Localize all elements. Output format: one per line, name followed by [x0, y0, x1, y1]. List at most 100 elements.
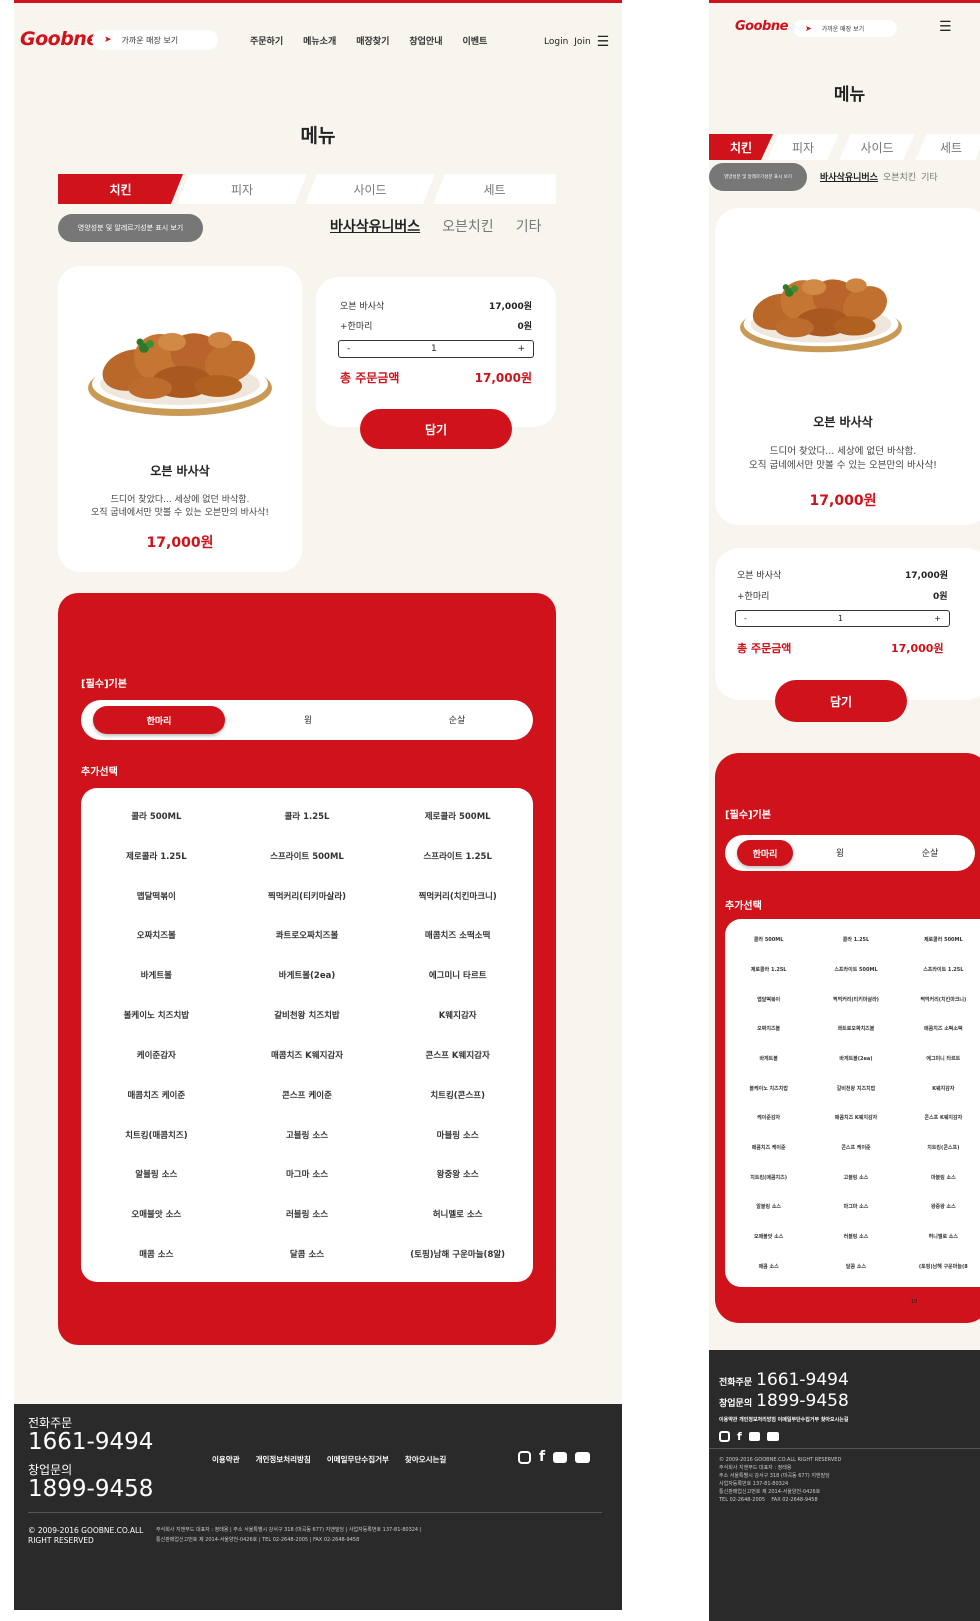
extra-option-item[interactable]: 러블링 소스: [286, 1208, 328, 1220]
m-extra-option-item[interactable]: 매콤치즈 K웨지감자: [835, 1114, 877, 1121]
m-option-wing[interactable]: 윙: [805, 846, 875, 859]
m-extra-option-item[interactable]: 허니멜로 소스: [929, 1233, 958, 1240]
extra-option-item[interactable]: 맵달떡볶이: [137, 890, 176, 902]
m-extra-option-item[interactable]: 찍먹커리(치킨마크니): [920, 996, 966, 1003]
extra-option-item[interactable]: 매콤치즈 소떡소떡: [425, 929, 491, 941]
extra-option-item[interactable]: 달콤 소스: [290, 1248, 324, 1260]
m-extra-option-item[interactable]: K웨지감자: [932, 1085, 954, 1092]
extra-option-item[interactable]: 제로콜라 500ML: [425, 810, 491, 822]
m-extra-option-item[interactable]: 에그미니 타르트: [926, 1055, 960, 1062]
m-store-search-pill[interactable]: ➤ 가까운 매장 보기: [793, 20, 897, 37]
extra-option-item[interactable]: 마블링 소스: [437, 1129, 479, 1141]
nav-order[interactable]: 주문하기: [250, 34, 283, 47]
m-option-whole[interactable]: 한마리: [737, 840, 793, 866]
extra-option-item[interactable]: 제로콜라 1.25L: [126, 850, 187, 862]
m-extra-option-item[interactable]: 오짜치즈볼: [757, 1025, 780, 1032]
tab-chicken[interactable]: 치킨: [58, 174, 183, 204]
tab-side[interactable]: 사이드: [305, 174, 435, 204]
join-link[interactable]: Join: [574, 37, 590, 47]
m-qty-plus-button[interactable]: +: [934, 614, 941, 623]
extra-option-item[interactable]: 찍먹커리(티키마살라): [268, 890, 346, 902]
nav-event[interactable]: 이벤트: [463, 34, 488, 47]
extra-option-item[interactable]: 바게트볼: [141, 969, 172, 981]
qty-plus-button[interactable]: +: [517, 344, 525, 354]
extra-option-item[interactable]: 찍먹커리(치킨마크니): [419, 890, 497, 902]
m-blog-icon[interactable]: [748, 1432, 760, 1441]
extra-option-item[interactable]: 콜라 500ML: [131, 810, 181, 822]
login-link[interactable]: Login: [544, 37, 568, 47]
m-tab-set[interactable]: 세트: [915, 134, 980, 160]
option-boneless[interactable]: 순살: [381, 713, 533, 726]
extra-option-item[interactable]: 오짜치즈볼: [137, 929, 176, 941]
extra-option-item[interactable]: 바게트볼(2ea): [279, 969, 335, 981]
footer-link-terms[interactable]: 이용약관: [212, 1454, 240, 1465]
m-extra-option-item[interactable]: 오매불앗 소스: [754, 1233, 783, 1240]
qty-minus-button[interactable]: -: [347, 344, 350, 354]
option-whole[interactable]: 한마리: [93, 706, 225, 734]
footer-link-directions[interactable]: 찾아오시는길: [405, 1454, 446, 1465]
extra-option-item[interactable]: 치트킹(콘스프): [430, 1089, 485, 1101]
m-footer-links[interactable]: 이용약관 개인정보처리방침 이메일무단수집거부 찾아오시는길: [719, 1416, 848, 1423]
m-extra-option-item[interactable]: 스프라이트 1.25L: [923, 966, 963, 973]
m-extra-option-item[interactable]: 콜라 1.25L: [843, 936, 869, 943]
m-extra-option-item[interactable]: 마블링 소스: [931, 1174, 956, 1181]
m-hamburger-icon[interactable]: ☰: [939, 19, 952, 35]
nav-franchise[interactable]: 창업안내: [409, 34, 442, 47]
m-extra-option-item[interactable]: 바게트볼(2ea): [839, 1055, 872, 1062]
subcat-oven-chicken[interactable]: 오븐치킨: [442, 216, 494, 236]
m-nutrition-info-button[interactable]: 영양성분 및 알레르기성분 표시 보기: [709, 163, 807, 191]
m-extra-option-item[interactable]: 콜라 500ML: [754, 936, 784, 943]
m-youtube-icon[interactable]: [766, 1432, 779, 1441]
subcat-basasak-universe[interactable]: 바사삭유니버스: [330, 216, 420, 236]
store-search-pill[interactable]: ➤ 가까운 매장 보기: [92, 30, 218, 50]
m-facebook-icon[interactable]: f: [737, 1430, 742, 1443]
extra-option-item[interactable]: 갈비천왕 치즈치밥: [274, 1009, 340, 1021]
extra-option-item[interactable]: 매콤치즈 K웨지감자: [271, 1049, 343, 1061]
footer-link-email[interactable]: 이메일무단수집거부: [327, 1454, 389, 1465]
m-extra-option-item[interactable]: (토핑)남해 구운마늘(8: [919, 1263, 968, 1270]
quantity-stepper[interactable]: - 1 +: [338, 340, 534, 358]
extra-option-item[interactable]: 왕중왕 소스: [437, 1168, 479, 1180]
extra-option-item[interactable]: 매콤 소스: [139, 1248, 173, 1260]
m-extra-option-item[interactable]: 매콤치즈 소떡소떡: [924, 1025, 963, 1032]
hamburger-icon[interactable]: ☰: [597, 34, 610, 50]
instagram-icon[interactable]: [518, 1450, 531, 1464]
extra-option-item[interactable]: 케이준감자: [137, 1049, 176, 1061]
m-tab-side[interactable]: 사이드: [839, 134, 915, 160]
extra-option-item[interactable]: 치트킹(매콤치즈): [125, 1129, 188, 1141]
extra-option-item[interactable]: 고블링 소스: [286, 1129, 328, 1141]
m-extra-option-item[interactable]: 치트킹(매콤치즈): [750, 1174, 787, 1181]
option-wing[interactable]: 윙: [233, 713, 383, 726]
extra-option-item[interactable]: K웨지감자: [439, 1009, 477, 1021]
tab-set[interactable]: 세트: [433, 174, 556, 204]
m-extra-option-item[interactable]: 콰트로오짜치즈볼: [838, 1025, 875, 1032]
m-extra-option-item[interactable]: 케이준감자: [757, 1114, 780, 1121]
extra-option-item[interactable]: 알블링 소스: [135, 1168, 177, 1180]
extra-option-item[interactable]: 매콤치즈 케이준: [127, 1089, 185, 1101]
extra-option-item[interactable]: 에그미니 타르트: [429, 969, 487, 981]
m-extra-option-item[interactable]: 치트킹(콘스프): [927, 1144, 959, 1151]
m-extra-option-item[interactable]: 달콤 소스: [846, 1263, 866, 1270]
m-extra-option-item[interactable]: 갈비천왕 치즈치밥: [837, 1085, 876, 1092]
extra-option-item[interactable]: 허니멜로 소스: [433, 1208, 483, 1220]
m-subcat-etc[interactable]: 기타: [921, 170, 938, 183]
m-tab-chicken[interactable]: 치킨: [709, 134, 773, 160]
extra-option-item[interactable]: 마그마 소스: [286, 1168, 328, 1180]
youtube-icon[interactable]: [575, 1451, 591, 1463]
nav-store[interactable]: 매장찾기: [356, 34, 389, 47]
extra-option-item[interactable]: 볼케이노 치즈치밥: [124, 1009, 190, 1021]
m-extra-option-item[interactable]: 제로콜라 500ML: [924, 936, 963, 943]
m-extra-option-item[interactable]: 고블링 소스: [844, 1174, 869, 1181]
m-subcat-oven-chicken[interactable]: 오븐치킨: [883, 170, 916, 183]
m-subcat-basasak-universe[interactable]: 바사삭유니버스: [820, 170, 878, 183]
goobne-logo[interactable]: Goobne: [20, 28, 99, 50]
extra-option-item[interactable]: 스프라이트 1.25L: [423, 850, 491, 862]
extra-option-item[interactable]: 콜라 1.25L: [284, 810, 329, 822]
m-extra-option-item[interactable]: 매콤 소스: [759, 1263, 779, 1270]
m-extra-option-item[interactable]: 찍먹커리(티키마살라): [833, 996, 879, 1003]
extra-option-item[interactable]: 오매불앗 소스: [131, 1208, 181, 1220]
m-instagram-icon[interactable]: [719, 1431, 730, 1442]
m-extra-option-item[interactable]: 콘스프 케이준: [841, 1144, 870, 1151]
m-extra-option-item[interactable]: 맵달떡볶이: [757, 996, 780, 1003]
nutrition-info-button[interactable]: 영양성분 및 알레르기성분 표시 보기: [58, 214, 203, 242]
